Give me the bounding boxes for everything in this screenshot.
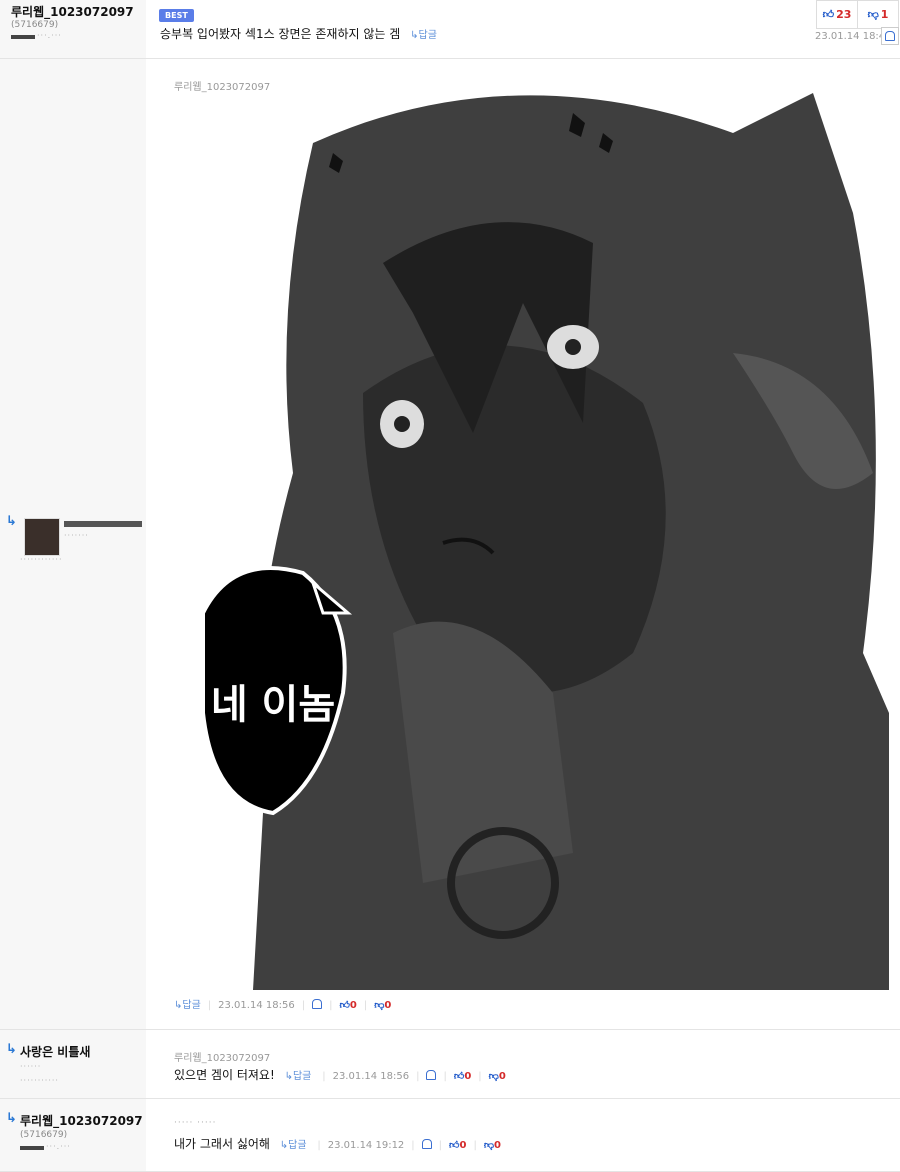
upvote-count: 0 [459,1140,467,1151]
downvote-count: 0 [384,1000,392,1011]
comment-meta: | 23.01.14 18:56 | | 👍︎0 | 👎︎0 [322,1070,506,1082]
comment-body: 내가 그래서 싫어해 [174,1137,270,1151]
comment-row: ↳ 루리웹_1023072097 (5716679) ···.··· ·····… [0,1099,900,1172]
downvote-count: 0 [494,1140,501,1151]
upvote-count: 0 [349,1000,357,1011]
comment-date: 23.01.14 18:56 [332,1071,410,1082]
comment-body: 승부복 입어봤자 섹1스 장면은 존재하지 않는 겜 [160,27,401,41]
author-name[interactable]: 루리웹_1023072097 [11,3,134,20]
comment-body: 있으면 겜이 터져요! [174,1068,275,1082]
author-column: 루리웹_1023072097 (5716679) ···.··· [0,0,146,58]
thumbs-down-icon[interactable]: 👎︎ [489,1071,499,1082]
author-ip: ···.··· [37,31,62,40]
author-id: (5716679) [20,1130,68,1140]
report-button[interactable] [881,27,899,45]
author-ip-obscured: ············ [20,555,63,564]
thumbs-up-icon[interactable]: 👍︎ [339,1000,349,1011]
reply-arrow-icon: ↳ [6,1042,17,1057]
reply-link[interactable]: ↳답글 [410,30,437,41]
author-id-obscured: ······ [20,1062,42,1071]
comment-image: 네 이놈 [173,93,889,990]
downvote-count: 1 [880,8,889,21]
author-column: ↳ ······· ············ [0,59,146,1029]
reply-link[interactable]: ↳답글 [174,1000,201,1011]
thumbs-down-icon[interactable]: 👎︎ [484,1140,494,1151]
author-ip-obscured: ··········· [20,1076,59,1085]
downvote-button[interactable]: 👎︎ 1 [857,0,899,29]
downvote-count: 0 [498,1071,506,1082]
bell-icon [885,31,895,41]
manga-illustration: 네 이놈 [173,93,889,990]
bell-icon[interactable] [312,999,323,1009]
upvote-button[interactable]: 👍︎ 23 [816,0,858,29]
author-level-bar [20,1146,44,1150]
comment-meta: | 23.01.14 19:12 | | 👍︎0 | 👎︎0 [317,1139,501,1151]
reply-to-obscured: ····· ····· [174,1118,217,1128]
author-name[interactable]: 사랑은 비틀새 [20,1043,90,1060]
reply-link[interactable]: ↳답글 [285,1071,312,1082]
author-name[interactable]: 루리웹_1023072097 [20,1112,143,1129]
thumbs-up-icon[interactable]: 👍︎ [454,1071,464,1082]
bell-icon[interactable] [421,1139,432,1149]
author-column: ↳ 루리웹_1023072097 (5716679) ···.··· [0,1099,146,1171]
reply-to-author: 루리웹_1023072097 [174,1053,271,1064]
bell-icon[interactable] [426,1070,437,1080]
comment-date: 23.01.14 19:12 [327,1140,405,1151]
author-ip: ···.··· [46,1142,71,1151]
author-level-bar [11,35,35,39]
avatar[interactable] [24,518,60,556]
comment-row: ↳ 사랑은 비틀새 ······ ··········· 루리웹_1023072… [0,1030,900,1099]
author-id-obscured: ······· [64,531,89,540]
author-id: (5716679) [11,20,59,30]
author-name-obscured [64,521,142,527]
upvote-count: 0 [464,1071,472,1082]
comment-text: 내가 그래서 싫어해 ↳답글 | 23.01.14 19:12 | | 👍︎0 | 👎︎0 [174,1135,501,1152]
thumbs-up-icon: 👍︎ [822,8,835,21]
comment-row: 루리웹_1023072097 (5716679) ···.··· BEST 승부… [0,0,900,59]
reply-arrow-icon: ↳ [6,1111,17,1126]
comment-date: 23.01.14 18:56 [218,1000,295,1011]
thumbs-up-icon[interactable]: 👍︎ [449,1140,459,1151]
speech-bubble-text: 네 이놈 [211,682,335,728]
reply-arrow-icon: ↳ [6,514,17,529]
thumbs-down-icon: 👎︎ [867,8,879,21]
reply-link[interactable]: ↳답글 [280,1140,307,1151]
upvote-count: 23 [836,8,852,21]
best-badge: BEST [159,9,194,22]
reply-to-author: 루리웹_1023072097 [174,82,271,93]
thumbs-down-icon[interactable]: 👎︎ [374,1000,384,1011]
comment-text: 있으면 겜이 터져요! ↳답글 | 23.01.14 18:56 | | 👍︎0 | 👎︎0 [174,1066,506,1083]
comment-text: 승부복 입어봤자 섹1스 장면은 존재하지 않는 겜 ↳답글 [160,25,437,42]
author-column: ↳ 사랑은 비틀새 ······ ··········· [0,1030,146,1098]
comment-meta: ↳답글 | 23.01.14 18:56 | | 👍︎0 | 👎︎0 [174,999,392,1011]
